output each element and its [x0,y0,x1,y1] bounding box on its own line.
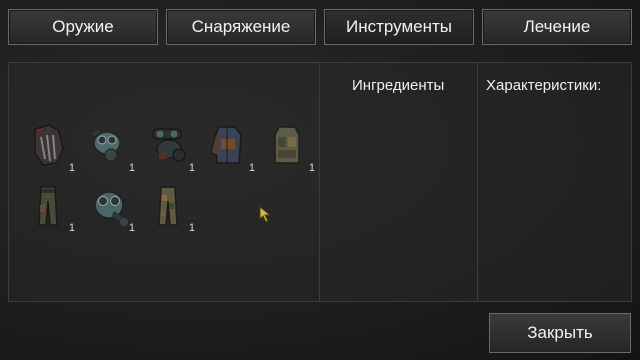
inventory-panel: 1 1 1 1 1 1 1 1 [8,62,320,302]
vest-icon [274,126,300,164]
item-slot-jacket[interactable]: 1 [207,123,255,174]
camo-pants-icon [158,186,178,226]
ingredients-panel: Ингредиенты [319,62,478,302]
item-count: 1 [128,222,135,234]
gloves-icon [34,124,64,166]
stats-title: Характеристики: [486,77,602,94]
respirator-icon [152,128,186,162]
close-button[interactable]: Закрыть [489,313,631,353]
item-slot-camo-pants[interactable]: 1 [147,183,195,234]
stats-panel: Характеристики: [477,62,632,302]
item-slot-vest[interactable]: 1 [267,123,315,174]
gas-mask-icon [92,129,121,162]
item-slot-gas-mask-2[interactable]: 1 [87,183,135,234]
item-count: 1 [188,222,195,234]
tab-equipment[interactable]: Снаряжение [166,9,316,45]
jacket-icon [210,126,242,164]
item-slot-gas-mask[interactable]: 1 [87,123,135,174]
item-count: 1 [248,162,255,174]
item-count: 1 [128,162,135,174]
item-count: 1 [188,162,195,174]
item-count: 1 [308,162,315,174]
item-count: 1 [68,222,75,234]
pants-icon [38,186,58,226]
crafting-screen: Оружие Снаряжение Инструменты Лечение 1 … [0,0,640,360]
item-slot-gloves[interactable]: 1 [27,123,75,174]
ingredients-title: Ингредиенты [352,77,445,94]
item-slot-respirator[interactable]: 1 [147,123,195,174]
tab-weapons[interactable]: Оружие [8,9,158,45]
item-count: 1 [68,162,75,174]
item-slot-pants[interactable]: 1 [27,183,75,234]
cursor-arrow-icon [259,206,272,223]
tab-healing[interactable]: Лечение [482,9,632,45]
gas-mask-green-icon [94,191,128,226]
tab-tools[interactable]: Инструменты [324,9,474,45]
